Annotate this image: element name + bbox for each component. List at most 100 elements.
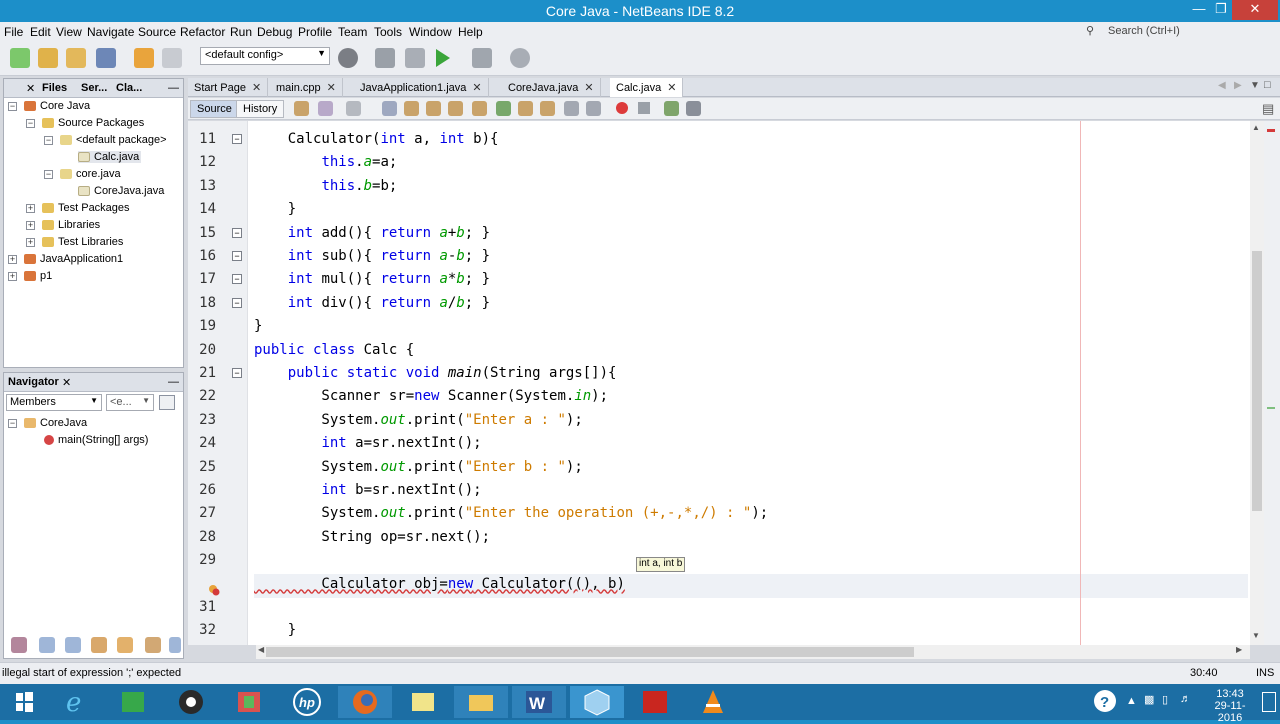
menu-run[interactable]: Run (230, 25, 252, 39)
current-line-mark[interactable] (1267, 407, 1275, 409)
tab-classes[interactable]: Cla... (116, 82, 142, 94)
code-line[interactable]: System.out.print("Enter b : "); (254, 459, 582, 475)
code-line[interactable]: int sub(){ return a-b; } (254, 248, 490, 264)
network-icon[interactable]: ▩ (1144, 693, 1154, 706)
tree-item-test-packages[interactable]: Test Packages (42, 202, 130, 214)
new-file-icon[interactable] (10, 48, 30, 68)
fold-toggle-icon[interactable]: − (232, 297, 242, 308)
fold-toggle-icon[interactable]: − (232, 368, 242, 378)
source-view-button[interactable]: Source (190, 100, 239, 118)
filter-icon[interactable] (11, 637, 27, 653)
tree-item-core-package[interactable]: core.java (60, 168, 121, 180)
code-line[interactable]: this.b=b; (254, 178, 397, 194)
find-icon[interactable] (382, 101, 397, 116)
profile-icon[interactable] (510, 48, 530, 68)
close-button[interactable]: ✕ (1232, 0, 1278, 20)
code-line[interactable]: Scanner sr=new Scanner(System.in); (254, 388, 608, 404)
menu-tools[interactable]: Tools (374, 25, 402, 39)
navigator-item-class[interactable]: CoreJava (24, 417, 87, 429)
rect-select-icon[interactable] (472, 101, 487, 116)
word-icon[interactable]: W (512, 686, 566, 718)
undo-icon[interactable] (134, 48, 154, 68)
vertical-scroll-thumb[interactable] (1252, 251, 1262, 511)
close-icon[interactable]: ✕ (667, 82, 676, 94)
expand-toggle[interactable]: − (44, 136, 53, 145)
code-line[interactable]: System.out.print("Enter the operation (+… (254, 505, 768, 521)
error-stripe-mark[interactable] (1267, 129, 1275, 132)
globe-icon[interactable] (338, 48, 358, 68)
menu-refactor[interactable]: Refactor (180, 25, 225, 39)
tree-item-libraries[interactable]: Libraries (42, 219, 100, 231)
start-macro-icon[interactable] (616, 102, 628, 114)
tab-javaapplication1[interactable]: JavaApplication1.java ✕ (354, 78, 489, 97)
file-explorer-icon[interactable] (454, 686, 508, 718)
close-icon[interactable]: ✕ (472, 82, 481, 94)
tree-item-test-libraries[interactable]: Test Libraries (42, 236, 123, 248)
minimize-panel-icon[interactable]: — (168, 82, 179, 94)
static-icon[interactable] (65, 637, 81, 653)
expand-toggle[interactable]: − (44, 170, 53, 179)
uncomment-icon[interactable] (686, 101, 701, 116)
inner-class-icon[interactable] (91, 637, 107, 653)
help-icon[interactable]: ? (1092, 688, 1118, 714)
close-icon[interactable]: ✕ (584, 82, 593, 94)
redo-icon[interactable] (162, 48, 182, 68)
navigator-options-icon[interactable] (159, 395, 175, 410)
code-line[interactable]: int add(){ return a+b; } (254, 225, 490, 241)
sort-icon[interactable] (117, 637, 133, 653)
code-line[interactable]: int mul(){ return a*b; } (254, 271, 490, 287)
scope-filter-select[interactable]: <e... ▼ (106, 394, 154, 411)
last-edit-icon[interactable] (294, 101, 309, 116)
stop-macro-icon[interactable] (638, 102, 650, 114)
code-line[interactable]: int b=sr.nextInt(); (254, 482, 481, 498)
code-line[interactable]: int div(){ return a/b; } (254, 295, 490, 311)
tree-item-corejava-java[interactable]: CoreJava.java (78, 185, 164, 197)
internet-explorer-icon[interactable]: e (48, 686, 102, 718)
menu-source[interactable]: Source (138, 25, 176, 39)
menu-file[interactable]: File (4, 25, 23, 39)
run-icon[interactable] (436, 49, 450, 67)
close-icon[interactable]: ✕ (252, 82, 261, 94)
battery-icon[interactable]: ▯ (1162, 693, 1168, 706)
tab-scroll-left-icon[interactable]: ◀ (1218, 80, 1226, 91)
find-next-icon[interactable] (426, 101, 441, 116)
scroll-right-icon[interactable]: ▶ (1236, 645, 1242, 654)
photo-app-icon[interactable] (222, 686, 276, 718)
menu-help[interactable]: Help (458, 25, 483, 39)
volume-icon[interactable]: ♬ (1180, 693, 1191, 705)
error-marker-icon[interactable] (208, 584, 220, 596)
tab-main-cpp[interactable]: main.cpp ✕ (270, 78, 343, 97)
notification-icon[interactable] (1262, 692, 1276, 712)
comment-icon[interactable] (664, 101, 679, 116)
scroll-up-icon[interactable]: ▲ (1252, 123, 1260, 132)
code-line[interactable]: Calculator(int a, int b){ (254, 131, 499, 147)
more-icon[interactable] (169, 637, 181, 653)
netbeans-icon[interactable] (570, 686, 624, 718)
minimize-panel-icon[interactable]: — (168, 376, 179, 388)
tree-item-source-packages[interactable]: Source Packages (42, 117, 144, 129)
menu-navigate[interactable]: Navigate (87, 25, 134, 39)
show-hidden-icons-icon[interactable]: ▲ (1126, 695, 1137, 707)
expand-toggle[interactable]: − (26, 119, 35, 128)
forward-icon[interactable] (346, 101, 361, 116)
find-previous-icon[interactable] (404, 101, 419, 116)
debug-icon[interactable] (472, 48, 492, 68)
horizontal-scroll-thumb[interactable] (266, 647, 914, 657)
close-icon[interactable]: ✕ (62, 376, 71, 389)
store-icon[interactable] (106, 686, 160, 718)
tab-start-page[interactable]: Start Page ✕ (188, 78, 269, 97)
tree-item-core-java[interactable]: Core Java (24, 100, 90, 112)
code-line[interactable]: String op=sr.next(); (254, 529, 490, 545)
code-line[interactable]: } (254, 201, 296, 217)
tab-corejava[interactable]: CoreJava.java ✕ (502, 78, 601, 97)
scroll-down-icon[interactable]: ▼ (1252, 631, 1260, 640)
toggle-highlight-icon[interactable] (448, 101, 463, 116)
tree-item-calc-java[interactable]: Calc.java (78, 151, 142, 163)
history-view-button[interactable]: History (236, 100, 285, 118)
toggle-bookmark-icon[interactable] (540, 101, 555, 116)
menu-view[interactable]: View (56, 25, 82, 39)
code-line[interactable]: public static void main(String args[]){ (254, 365, 617, 381)
inherited-icon[interactable] (145, 637, 161, 653)
expand-toggle[interactable]: + (26, 221, 35, 230)
clean-build-icon[interactable] (405, 48, 425, 68)
